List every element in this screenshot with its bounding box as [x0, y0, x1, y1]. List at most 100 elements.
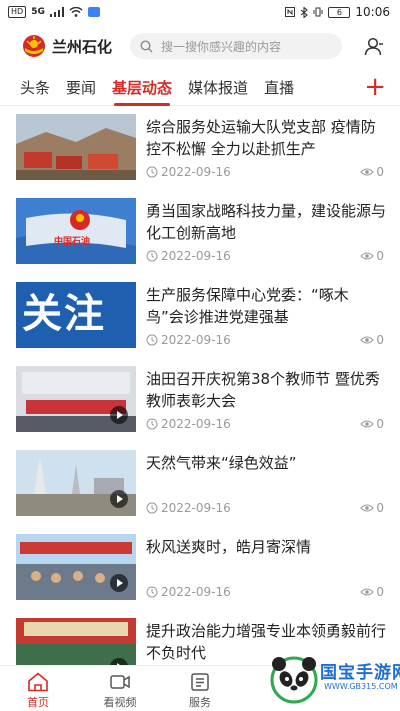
nav-video[interactable]: 看视频: [90, 672, 150, 710]
news-title: 天然气带来“绿色效益”: [146, 454, 297, 472]
view-count-value: 0: [376, 585, 384, 599]
service-icon: [191, 673, 209, 691]
view-count-value: 0: [376, 249, 384, 263]
vibrate-icon: [313, 7, 323, 17]
news-title: 勇当国家战略科技力量，建设能源与化工创新高地: [146, 202, 386, 242]
news-title: 综合服务处运输大队党支部 疫情防控不松懈 全力以赴抓生产: [146, 118, 376, 158]
news-item[interactable]: 油田召开庆祝第38个教师节 暨优秀教师表彰大会 2022-09-16 0: [0, 360, 400, 444]
news-thumbnail: 中国石油: [16, 198, 136, 264]
news-meta: 2022-09-16 0: [146, 248, 384, 264]
news-item[interactable]: 天然气带来“绿色效益” 2022-09-16 0: [0, 444, 400, 528]
news-meta: 2022-09-16 0: [146, 416, 384, 432]
news-date: 2022-09-16: [161, 333, 231, 347]
panda-logo-icon: [270, 656, 318, 704]
eye-icon: [360, 336, 375, 344]
view-count: 0: [360, 249, 384, 263]
watermark-url: WWW.GB315.COM: [324, 682, 398, 691]
play-icon[interactable]: [110, 490, 128, 508]
news-date: 2022-09-16: [161, 249, 231, 263]
view-count: 0: [360, 333, 384, 347]
clock-icon: [146, 418, 158, 430]
thumbnail-caption: 关注: [22, 291, 106, 337]
view-count-value: 0: [376, 333, 384, 347]
eye-icon: [360, 420, 375, 428]
news-meta: 2022-09-16 0: [146, 332, 384, 348]
home-icon: [28, 672, 48, 692]
eye-icon: [360, 504, 375, 512]
news-date: 2022-09-16: [161, 165, 231, 179]
view-count: 0: [360, 501, 384, 515]
view-count: 0: [360, 585, 384, 599]
category-tabs: 头条 要闻 基层动态 媒体报道 直播 +: [0, 70, 400, 106]
clock-icon: [146, 250, 158, 262]
news-date: 2022-09-16: [161, 501, 231, 515]
add-tab-button[interactable]: +: [364, 72, 386, 102]
eye-icon: [360, 168, 375, 176]
bluetooth-icon: [301, 6, 309, 18]
clock-icon: [146, 586, 158, 598]
nav-home-label: 首页: [27, 696, 49, 709]
user-icon: [364, 37, 383, 56]
news-date: 2022-09-16: [161, 417, 231, 431]
view-count-value: 0: [376, 417, 384, 431]
play-icon[interactable]: [110, 406, 128, 424]
nav-video-label: 看视频: [103, 696, 137, 709]
search-bar[interactable]: 搜一搜你感兴趣的内容: [130, 33, 343, 59]
petrochina-logo-icon: [23, 35, 45, 57]
view-count-value: 0: [376, 165, 384, 179]
news-meta: 2022-09-16 0: [146, 500, 384, 516]
news-title: 油田召开庆祝第38个教师节 暨优秀教师表彰大会: [146, 370, 380, 410]
eye-icon: [360, 252, 375, 260]
news-meta: 2022-09-16 0: [146, 164, 384, 180]
tab-headlines[interactable]: 头条: [20, 70, 50, 106]
view-count: 0: [360, 417, 384, 431]
video-icon: [110, 675, 130, 689]
battery-level: 6: [336, 7, 342, 17]
nav-service-label: 服务: [189, 696, 211, 709]
search-icon: [140, 39, 153, 52]
eye-icon: [360, 588, 375, 596]
news-title: 秋风送爽时，皓月寄深情: [146, 538, 312, 556]
app-header: 兰州石化 搜一搜你感兴趣的内容: [0, 28, 400, 64]
search-placeholder: 搜一搜你感兴趣的内容: [161, 39, 282, 54]
app-notification-icon: [87, 7, 100, 17]
status-bar: HD 5G 6 10:06: [0, 0, 400, 24]
nav-home[interactable]: 首页: [8, 672, 68, 710]
signal-icon: [49, 7, 64, 17]
news-item[interactable]: 秋风送爽时，皓月寄深情 2022-09-16 0: [0, 528, 400, 612]
news-list: 综合服务处运输大队党支部 疫情防控不松懈 全力以赴抓生产 2022-09-16 …: [0, 108, 400, 665]
news-thumbnail: [16, 618, 136, 665]
play-icon[interactable]: [110, 574, 128, 592]
watermark-text: 国宝手游网: [320, 663, 400, 683]
view-count-value: 0: [376, 501, 384, 515]
tab-media[interactable]: 媒体报道: [188, 70, 248, 106]
news-meta: 2022-09-16 0: [146, 584, 384, 600]
signal-5g-label: 5G: [31, 7, 45, 17]
user-profile-button[interactable]: [362, 34, 386, 58]
network-tag: HD: [8, 6, 27, 18]
wifi-icon: [69, 7, 83, 17]
news-thumbnail: 关注: [16, 282, 136, 348]
view-count: 0: [360, 165, 384, 179]
status-right: 6 10:06: [285, 5, 390, 19]
news-item[interactable]: 中国石油 勇当国家战略科技力量，建设能源与化工创新高地 2022-09-16 0: [0, 192, 400, 276]
news-thumbnail: [16, 366, 136, 432]
nav-service[interactable]: 服务: [170, 672, 230, 710]
thumbnail-caption: 中国石油: [54, 237, 91, 247]
tab-grassroots[interactable]: 基层动态: [112, 70, 172, 106]
clock-icon: [146, 166, 158, 178]
news-thumbnail: [16, 114, 136, 180]
news-item[interactable]: 综合服务处运输大队党支部 疫情防控不松懈 全力以赴抓生产 2022-09-16 …: [0, 108, 400, 192]
clock-icon: [146, 334, 158, 346]
tab-news[interactable]: 要闻: [66, 70, 96, 106]
site-watermark: 国宝手游网 WWW.GB315.COM: [268, 648, 400, 711]
app-brand-title: 兰州石化: [52, 37, 113, 56]
news-item[interactable]: 关注 生产服务保障中心党委：“啄木鸟”会诊推进党建强基 2022-09-16 0: [0, 276, 400, 360]
battery-indicator: 6: [328, 6, 351, 18]
news-date: 2022-09-16: [161, 585, 231, 599]
status-time: 10:06: [355, 5, 390, 19]
tab-live[interactable]: 直播: [264, 70, 294, 106]
clock-icon: [146, 502, 158, 514]
status-left: HD 5G: [8, 6, 100, 18]
nfc-icon: [285, 7, 296, 17]
